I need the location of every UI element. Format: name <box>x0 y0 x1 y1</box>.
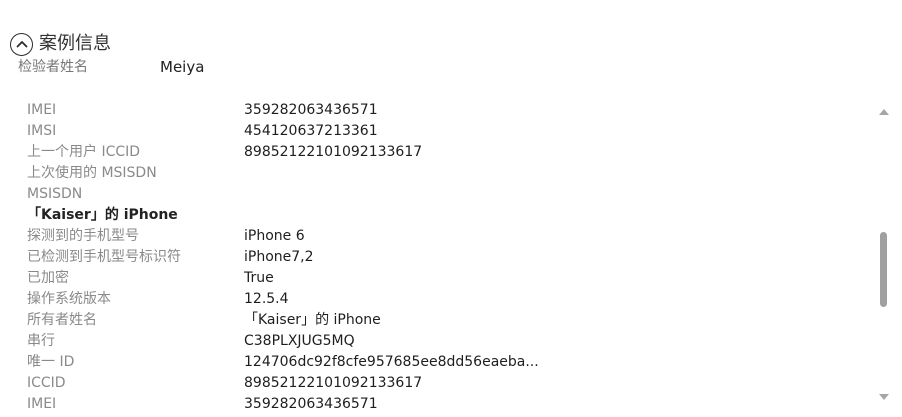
detail-label: 上一个用户 ICCID <box>27 144 141 160</box>
detail-value: iPhone 6 <box>244 228 305 244</box>
scroll-up-arrow-icon[interactable] <box>879 109 889 115</box>
detail-row-model-identifier: 已检测到手机型号标识符 iPhone7,2 <box>0 247 872 268</box>
scrollbar-thumb[interactable] <box>880 232 887 307</box>
detail-label: IMEI <box>27 396 57 412</box>
device-group-heading: 「Kaiser」的 iPhone <box>0 205 872 226</box>
detail-row-msisdn: MSISDN <box>0 184 872 205</box>
device-details-list[interactable]: IMEI 359282063436571 IMSI 45412063721336… <box>0 100 872 417</box>
detail-row-os-version: 操作系统版本 12.5.4 <box>0 289 872 310</box>
detail-value: 12.5.4 <box>244 291 289 307</box>
detail-row-owner-name: 所有者姓名 「Kaiser」的 iPhone <box>0 310 872 331</box>
detail-label: ICCID <box>27 375 66 391</box>
detail-label: 所有者姓名 <box>27 312 97 328</box>
detail-value: 359282063436571 <box>244 396 378 412</box>
detail-label: 唯一 ID <box>27 354 75 370</box>
detail-label: 探测到的手机型号 <box>27 228 139 244</box>
scroll-down-arrow-icon[interactable] <box>879 394 889 400</box>
detail-value: C38PLXJUG5MQ <box>244 333 355 349</box>
vertical-scrollbar[interactable] <box>874 104 894 408</box>
detail-label: 操作系统版本 <box>27 291 111 307</box>
detail-row-iccid: ICCID 89852122101092133617 <box>0 373 872 394</box>
detail-label: MSISDN <box>27 186 83 202</box>
detail-row-encrypted: 已加密 True <box>0 268 872 289</box>
case-info-panel: 案例信息 检验者姓名 Meiya IMEI 359282063436571 IM… <box>0 0 902 417</box>
detail-row-serial: 串行 C38PLXJUG5MQ <box>0 331 872 352</box>
detail-row-detected-model: 探测到的手机型号 iPhone 6 <box>0 226 872 247</box>
detail-label: IMEI <box>27 102 57 118</box>
examiner-row: 检验者姓名 Meiya <box>18 57 418 77</box>
examiner-label: 检验者姓名 <box>18 59 88 75</box>
detail-row-imsi: IMSI 454120637213361 <box>0 121 872 142</box>
detail-value: 89852122101092133617 <box>244 375 423 391</box>
detail-row-imei-2: IMEI 359282063436571 <box>0 394 872 415</box>
detail-value: iPhone7,2 <box>244 249 314 265</box>
detail-value: 124706dc92f8cfe957685ee8dd56eaeba... <box>244 354 539 370</box>
detail-value: 「Kaiser」的 iPhone <box>244 312 381 328</box>
section-title: 案例信息 <box>39 33 111 54</box>
detail-label: 串行 <box>27 333 55 349</box>
collapse-icon[interactable] <box>10 32 33 56</box>
case-info-header[interactable]: 案例信息 <box>10 31 111 57</box>
detail-row-imei: IMEI 359282063436571 <box>0 100 872 121</box>
chevron-up-icon <box>16 41 27 48</box>
detail-value: 89852122101092133617 <box>244 144 423 160</box>
examiner-value: Meiya <box>160 58 205 76</box>
detail-label: 上次使用的 MSISDN <box>27 165 157 181</box>
detail-label: IMSI <box>27 123 57 139</box>
detail-row-last-iccid: 上一个用户 ICCID 89852122101092133617 <box>0 142 872 163</box>
detail-value: 454120637213361 <box>244 123 378 139</box>
detail-row-last-msisdn: 上次使用的 MSISDN <box>0 163 872 184</box>
detail-label: 已检测到手机型号标识符 <box>27 249 181 265</box>
detail-row-unique-id: 唯一 ID 124706dc92f8cfe957685ee8dd56eaeba.… <box>0 352 872 373</box>
detail-label: 已加密 <box>27 270 69 286</box>
device-group-title: 「Kaiser」的 iPhone <box>27 207 178 223</box>
detail-value: 359282063436571 <box>244 102 378 118</box>
detail-value: True <box>244 270 274 286</box>
